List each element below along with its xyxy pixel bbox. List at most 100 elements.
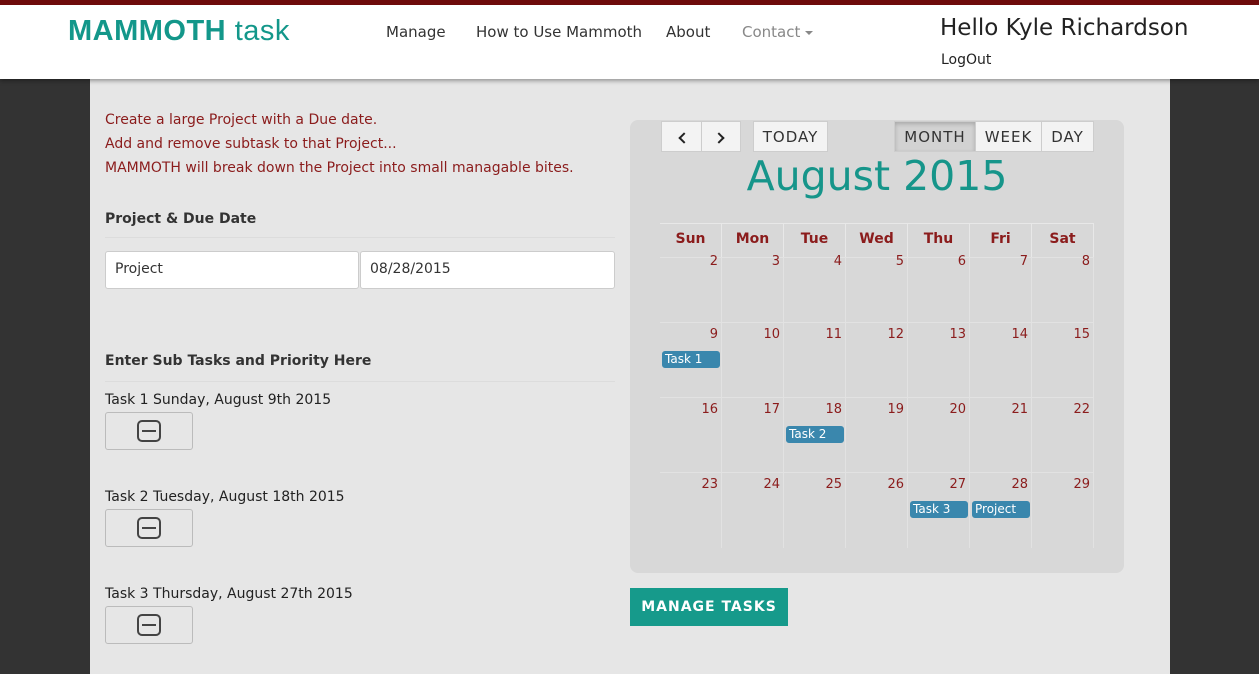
project-section-title: Project & Due Date xyxy=(105,211,257,227)
calendar-event[interactable]: Task 1 xyxy=(662,351,720,368)
weekday-header: Sat xyxy=(1032,223,1094,257)
day-cell[interactable]: 4 xyxy=(784,254,846,322)
nav-manage[interactable]: Manage xyxy=(386,23,446,41)
day-cell[interactable]: 7 xyxy=(970,254,1032,322)
day-cell[interactable]: 20 xyxy=(908,397,970,472)
day-number: 10 xyxy=(763,327,780,342)
day-cell[interactable]: 10 xyxy=(722,322,784,397)
day-number: 16 xyxy=(701,402,718,417)
day-number: 2 xyxy=(709,254,718,269)
day-cell[interactable]: 11 xyxy=(784,322,846,397)
day-cell[interactable]: 24 xyxy=(722,472,784,548)
day-number: 4 xyxy=(833,254,842,269)
day-cell[interactable]: 21 xyxy=(970,397,1032,472)
day-number: 23 xyxy=(701,477,718,492)
day-number: 5 xyxy=(895,254,904,269)
day-number: 29 xyxy=(1073,477,1090,492)
remove-subtask-button[interactable] xyxy=(105,606,193,644)
main-panel: Create a large Project with a Due date. … xyxy=(90,79,1170,674)
chevron-right-icon xyxy=(713,132,725,144)
day-cell[interactable]: 16 xyxy=(660,397,722,472)
day-cell[interactable]: 25 xyxy=(784,472,846,548)
project-name-input[interactable]: Project xyxy=(105,251,359,289)
day-cell[interactable]: 12 xyxy=(846,322,908,397)
minus-square-icon xyxy=(137,614,161,636)
day-cell[interactable]: 13 xyxy=(908,322,970,397)
day-number: 8 xyxy=(1081,254,1090,269)
day-number: 25 xyxy=(825,477,842,492)
day-number: 19 xyxy=(887,402,904,417)
day-cell[interactable]: 19 xyxy=(846,397,908,472)
intro-line-3: MAMMOTH will break down the Project into… xyxy=(105,160,574,176)
day-number: 7 xyxy=(1019,254,1028,269)
day-number: 28 xyxy=(1011,477,1028,492)
manage-tasks-button[interactable]: MANAGE TASKS xyxy=(630,588,788,626)
day-number: 17 xyxy=(763,402,780,417)
nav-contact[interactable]: Contact xyxy=(742,23,814,41)
day-cell[interactable]: 15 xyxy=(1032,322,1094,397)
day-number: 9 xyxy=(709,327,718,342)
day-number: 20 xyxy=(949,402,966,417)
calendar-grid: Sun Mon Tue Wed Thu Fri Sat 2 3 4 5 6 7 8 9 10 11 12 13 14 1… xyxy=(660,223,1094,548)
nav-contact-label: Contact xyxy=(742,23,801,41)
day-number: 12 xyxy=(887,327,904,342)
subtask-label: Task 2 Tuesday, August 18th 2015 xyxy=(105,489,345,505)
day-cell[interactable]: 3 xyxy=(722,254,784,322)
calendar-next-button[interactable] xyxy=(701,121,741,152)
day-cell[interactable]: 17 xyxy=(722,397,784,472)
weekday-header: Tue xyxy=(784,223,846,257)
day-cell[interactable]: 6 xyxy=(908,254,970,322)
subtask-label: Task 3 Thursday, August 27th 2015 xyxy=(105,586,353,602)
calendar-event[interactable]: Task 2 xyxy=(786,426,844,443)
day-number: 22 xyxy=(1073,402,1090,417)
calendar: TODAY MONTH WEEK DAY August 2015 Sun Mon T… xyxy=(630,120,1124,573)
divider xyxy=(105,237,615,238)
top-navbar: MAMMOTH task Manage How to Use Mammoth A… xyxy=(0,0,1259,79)
day-cell[interactable]: 26 xyxy=(846,472,908,548)
calendar-event[interactable]: Project xyxy=(972,501,1030,518)
day-number: 26 xyxy=(887,477,904,492)
logout-link[interactable]: LogOut xyxy=(941,52,991,68)
subtasks-section-title: Enter Sub Tasks and Priority Here xyxy=(105,353,372,369)
day-number: 27 xyxy=(949,477,966,492)
day-cell[interactable]: 2 xyxy=(660,254,722,322)
view-day-button[interactable]: DAY xyxy=(1041,121,1094,152)
remove-subtask-button[interactable] xyxy=(105,509,193,547)
brand-logo[interactable]: MAMMOTH task xyxy=(68,15,290,48)
calendar-event[interactable]: Task 3 xyxy=(910,501,968,518)
user-greeting: Hello Kyle Richardson xyxy=(940,15,1189,41)
intro-line-1: Create a large Project with a Due date. xyxy=(105,112,378,128)
day-number: 21 xyxy=(1011,402,1028,417)
day-cell[interactable]: 23 xyxy=(660,472,722,548)
intro-text: Create a large Project with a Due date. … xyxy=(105,108,574,180)
weekday-header: Wed xyxy=(846,223,908,257)
day-cell[interactable]: 29 xyxy=(1032,472,1094,548)
calendar-today-button[interactable]: TODAY xyxy=(753,121,828,152)
weekday-header: Thu xyxy=(908,223,970,257)
calendar-prev-button[interactable] xyxy=(661,121,702,152)
day-number: 24 xyxy=(763,477,780,492)
day-cell[interactable]: 8 xyxy=(1032,254,1094,322)
caret-down-icon xyxy=(805,30,814,35)
brand-light: task xyxy=(226,15,290,47)
nav-about[interactable]: About xyxy=(666,23,710,41)
day-cell[interactable]: 14 xyxy=(970,322,1032,397)
weekday-header: Sun xyxy=(660,223,722,257)
due-date-input[interactable]: 08/28/2015 xyxy=(360,251,615,289)
intro-line-2: Add and remove subtask to that Project..… xyxy=(105,136,397,152)
day-number: 18 xyxy=(825,402,842,417)
remove-subtask-button[interactable] xyxy=(105,412,193,450)
day-number: 15 xyxy=(1073,327,1090,342)
nav-how-to-use[interactable]: How to Use Mammoth xyxy=(476,23,642,41)
brand-bold: MAMMOTH xyxy=(68,15,227,47)
day-cell[interactable]: 22 xyxy=(1032,397,1094,472)
view-week-button[interactable]: WEEK xyxy=(975,121,1042,152)
chevron-left-icon xyxy=(677,132,690,144)
view-month-button[interactable]: MONTH xyxy=(894,121,976,152)
day-number: 3 xyxy=(771,254,780,269)
calendar-title: August 2015 xyxy=(746,152,1008,200)
minus-square-icon xyxy=(137,420,161,442)
day-number: 14 xyxy=(1011,327,1028,342)
weekday-header: Mon xyxy=(722,223,784,257)
day-cell[interactable]: 5 xyxy=(846,254,908,322)
